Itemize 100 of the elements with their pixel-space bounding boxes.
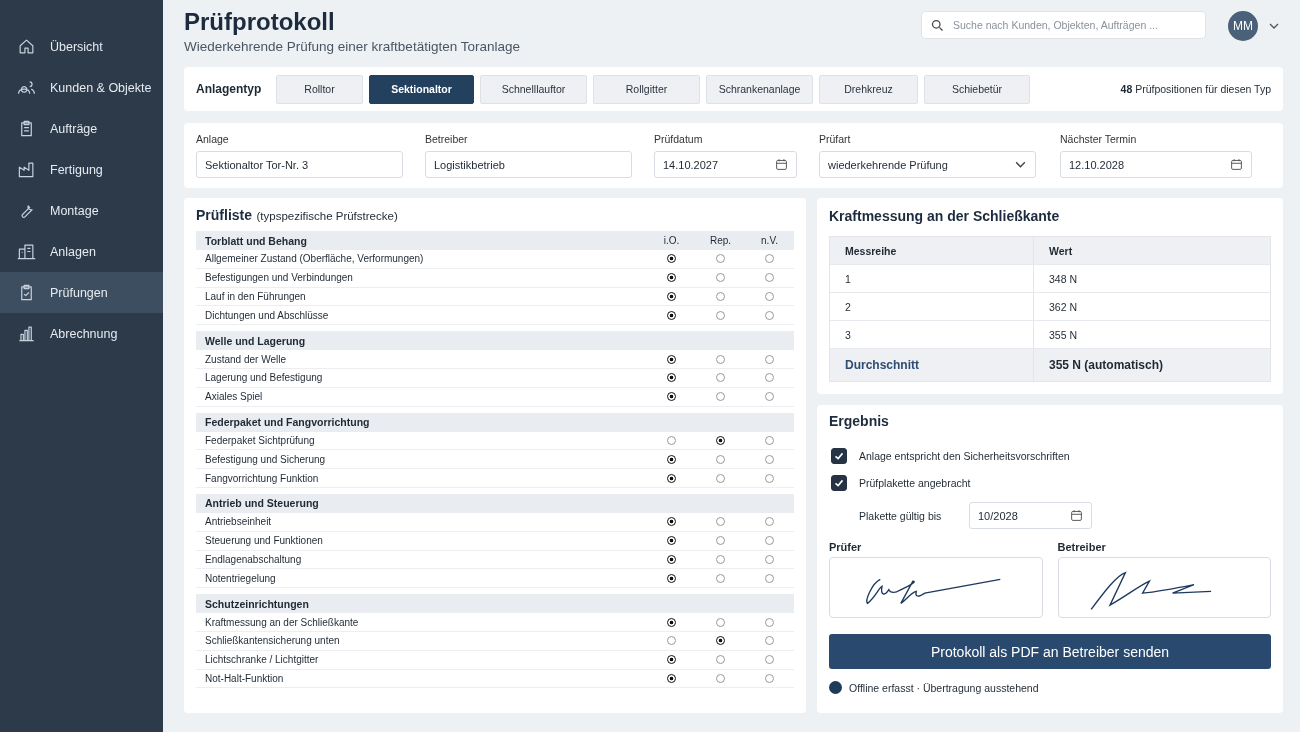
nav-icon [17, 242, 36, 261]
check-item: Steuerung und Funktionen [205, 535, 324, 547]
check-item: Lagerung und Befestigung [205, 372, 324, 384]
check-item: Axiales Spiel [205, 391, 264, 403]
check-item: Notentriegelung [205, 572, 277, 584]
check-item: Antriebseinheit [205, 516, 273, 528]
type-button[interactable]: Rolltor [276, 74, 363, 104]
position-count: 48 Prüfpositionen für diesen Typ [1120, 83, 1271, 95]
nav-item[interactable]: Montage [0, 190, 163, 231]
radio-button[interactable] [667, 273, 676, 283]
send-button[interactable]: Protokoll als PDF an Betreiber senden [829, 634, 1271, 669]
type-button[interactable]: Schiebetür [924, 74, 1030, 104]
input-field[interactable]: Logistikbetrieb [425, 151, 632, 178]
check-item: Lichtschranke / Lichtgitter [205, 654, 320, 666]
group-title: Torblatt und Behang [205, 234, 308, 247]
page-subtitle: Wiederkehrende Prüfung einer kraftbetätigten Toranlage [184, 39, 521, 54]
radio-button[interactable] [667, 310, 676, 320]
type-button[interactable]: Rollgitter [593, 74, 700, 104]
input-field[interactable]: 10/2028 [969, 502, 1092, 529]
check-item: Lauf in den Führungen [205, 291, 307, 302]
radio-button[interactable] [716, 636, 725, 646]
field-label: Plakette gültig bis [859, 509, 943, 522]
input-field[interactable]: 12.10.2028 [1060, 151, 1252, 178]
type-button[interactable]: Schnelllauftor [480, 74, 587, 104]
input-field[interactable]: wiederkehrende Prüfung [819, 151, 1036, 178]
nav-item[interactable]: Fertigung [0, 149, 163, 190]
check-item: Kraftmessung an der Schließkante [205, 616, 360, 628]
average-label: Durchschnitt [830, 349, 1034, 381]
type-button[interactable]: Drehkreuz [819, 74, 918, 104]
input-field[interactable]: Sektionaltor Tor-Nr. 3 [196, 151, 403, 178]
column-header: Rep. [708, 235, 733, 246]
field-label: Nächster Termin [1060, 133, 1138, 145]
type-button[interactable]: Sektionaltor [369, 74, 474, 104]
field-label: Betreiber [425, 133, 469, 145]
table-cell: 2 [830, 293, 1034, 320]
table-cell-text: 355 N [1048, 328, 1078, 341]
nav-item[interactable]: Übersicht [0, 26, 163, 67]
radio-button[interactable] [667, 373, 676, 383]
check-item: Endlagenabschaltung [205, 553, 303, 565]
check-item: Schließkantensicherung unten [205, 635, 341, 647]
section-title: Ergebnis [829, 413, 890, 429]
radio-button[interactable] [667, 392, 676, 402]
radio-button[interactable] [667, 554, 676, 564]
column-header: n.V. [760, 235, 779, 246]
type-label: Anlagentyp [196, 82, 263, 96]
field-label: Prüfdatum [654, 133, 704, 145]
page-title: Prüfprotokoll [184, 8, 336, 36]
table-cell-text: 348 N [1048, 272, 1078, 285]
checkbox-label: Prüfplakette angebracht [859, 476, 971, 489]
signature-field[interactable] [1057, 557, 1271, 618]
average-value: 355 N (automatisch) [1048, 358, 1164, 372]
radio-button[interactable] [667, 655, 676, 665]
type-button[interactable]: Schrankenanlage [706, 74, 813, 104]
radio-button[interactable] [667, 354, 676, 364]
search-icon [930, 17, 945, 33]
table-cell: 3 [830, 321, 1034, 348]
check-item: Zustand der Welle [205, 353, 287, 365]
checkbox[interactable] [831, 447, 847, 464]
radio-button[interactable] [667, 254, 676, 264]
check-item: Not-Halt-Funktion [205, 672, 285, 684]
check-item: Befestigungen und Verbindungen [205, 272, 354, 284]
radio-button[interactable] [667, 573, 676, 583]
table-cell: 1 [830, 265, 1034, 292]
group-title: Antrieb und Steuerung [205, 497, 320, 510]
check-item: Dichtungen und Abschlüsse [205, 309, 330, 321]
field-label: Prüfart [819, 133, 852, 145]
calendar-icon [1070, 509, 1083, 522]
nav-item[interactable]: Aufträge [0, 108, 163, 149]
signature-label: Betreiber [1057, 541, 1107, 553]
radio-button[interactable] [667, 617, 676, 627]
nav-item[interactable]: Kunden & Objekte [0, 67, 163, 108]
radio-button[interactable] [667, 517, 676, 527]
calendar-icon [1230, 158, 1243, 171]
check-item: Befestigung und Sicherung [205, 453, 327, 465]
radio-button[interactable] [667, 292, 676, 301]
nav-icon [17, 78, 36, 97]
checklist-subtitle: (typspezifische Prüfstrecke) [256, 210, 398, 222]
input-field[interactable]: 14.10.2027 [654, 151, 797, 178]
nav-item[interactable]: Abrechnung [0, 313, 163, 354]
radio-button[interactable] [667, 536, 676, 546]
nav-item[interactable]: Anlagen [0, 231, 163, 272]
column-header: Messreihe [830, 237, 1034, 264]
group-title: Schutzeinrichtungen [205, 597, 310, 610]
checklist-title: Prüfliste [196, 207, 252, 223]
radio-button[interactable] [667, 473, 676, 483]
signature-label: Prüfer [829, 541, 863, 553]
check-item: Federpaket Sichtprüfung [205, 434, 316, 446]
group-title: Welle und Lagerung [205, 334, 307, 347]
group-title: Federpaket und Fangvorrichtung [205, 416, 371, 429]
radio-button[interactable] [667, 673, 676, 683]
radio-button[interactable] [667, 454, 676, 464]
table-cell-text: 362 N [1048, 300, 1078, 313]
user-avatar[interactable]: MM [1228, 11, 1258, 41]
radio-button[interactable] [716, 435, 725, 445]
nav-icon [17, 324, 36, 343]
section-title: Kraftmessung an der Schließkante [829, 208, 1061, 224]
signature-field[interactable] [829, 557, 1043, 618]
status-text: Offline erfasst · Übertragung ausstehend [849, 681, 1039, 694]
nav-item[interactable]: Prüfungen [0, 272, 163, 313]
checkbox[interactable] [831, 474, 847, 491]
